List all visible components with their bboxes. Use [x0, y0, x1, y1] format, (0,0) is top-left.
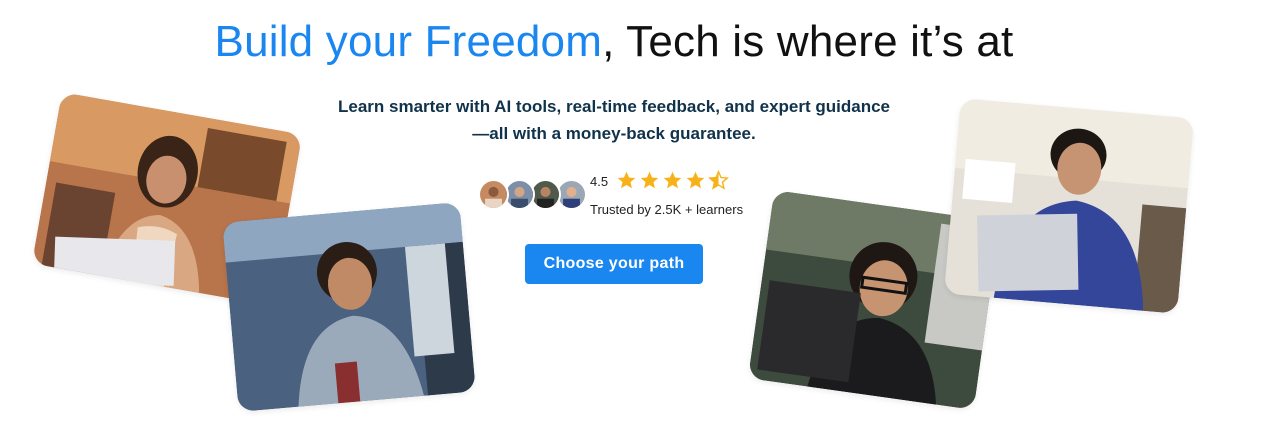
subheadline-line-2: —all with a money-back guarantee. [472, 124, 756, 143]
trusted-by-text: Trusted by 2.5K + learners [590, 202, 744, 217]
headline-accent: Build your Freedom [214, 17, 603, 66]
star-half-icon [708, 170, 729, 190]
hero-subheadline: Learn smarter with AI tools, real-time f… [300, 93, 928, 147]
star-icon [686, 171, 705, 189]
star-rating [616, 170, 729, 192]
avatar [478, 179, 509, 210]
learner-photo-boy-laptop [222, 201, 476, 413]
star-icon [617, 171, 636, 189]
learner-avatars [478, 179, 588, 211]
rating-value: 4.5 [590, 174, 609, 189]
learner-photo-man-laptop [943, 98, 1195, 314]
headline-rest: , Tech is where it’s at [602, 17, 1014, 66]
star-icon [663, 171, 682, 189]
star-icon [640, 171, 659, 189]
choose-path-button[interactable]: Choose your path [525, 244, 703, 284]
hero-headline: Build your Freedom, Tech is where it’s a… [0, 14, 1228, 70]
subheadline-line-1: Learn smarter with AI tools, real-time f… [337, 97, 891, 116]
rating-block: 4.5 Trusted by 2.5K + learners [478, 170, 778, 220]
